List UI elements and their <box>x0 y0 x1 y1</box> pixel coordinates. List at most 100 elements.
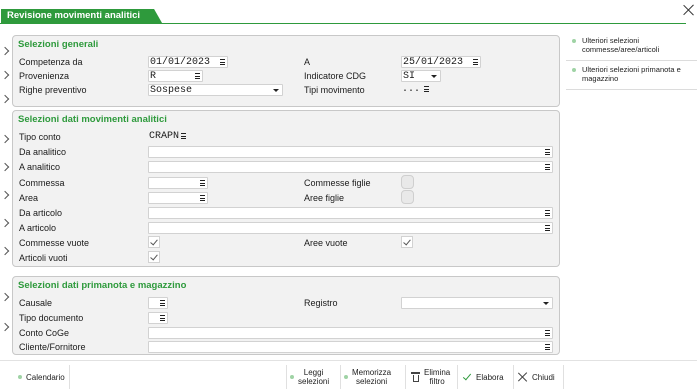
elimina-filtro-button[interactable]: Elimina filtro <box>411 361 450 392</box>
da-analitico-field[interactable] <box>148 146 553 158</box>
cliente-fornitore-field[interactable] <box>148 341 553 353</box>
label-tipi-movimento: Tipi movimento <box>304 85 365 95</box>
a-articolo-field[interactable] <box>148 222 553 234</box>
chevron-right-icon[interactable] <box>0 94 10 104</box>
close-icon[interactable] <box>683 4 695 16</box>
tipi-movimento-field[interactable]: ... <box>401 84 431 96</box>
side-panel: Ulteriori selezioni commesse/aree/artico… <box>566 32 697 90</box>
chevron-right-icon[interactable] <box>0 246 10 256</box>
picker-icon[interactable] <box>424 86 429 92</box>
check-icon <box>462 373 472 381</box>
label-causale: Causale <box>19 298 53 308</box>
aree-figlie-toggle[interactable] <box>401 190 414 204</box>
righe-preventivo-select[interactable]: Sospese <box>148 84 283 96</box>
commesse-vuote-checkbox[interactable] <box>148 236 160 248</box>
chiudi-button[interactable]: Chiudi <box>518 361 555 392</box>
label-commesse-vuote: Commesse vuote <box>19 238 90 248</box>
indicatore-cdg-select[interactable]: SI <box>401 70 441 82</box>
dropdown-icon[interactable] <box>431 75 437 78</box>
title-underline <box>0 23 686 24</box>
a-field[interactable]: 25/01/2023 <box>401 56 481 68</box>
memorizza-selezioni-label: Memorizza selezioni <box>352 368 392 386</box>
side-item-ulteriori-primanota[interactable]: Ulteriori selezioni primanota e magazzin… <box>566 61 697 90</box>
causale-field[interactable] <box>148 297 168 309</box>
commesse-figlie-toggle[interactable] <box>401 175 414 189</box>
label-tipo-documento: Tipo documento <box>19 313 84 323</box>
chevron-right-icon[interactable] <box>0 218 10 228</box>
panel-title: Selezioni dati movimenti analitici <box>18 114 167 125</box>
chevron-right-icon[interactable] <box>0 46 10 56</box>
label-provenienza: Provenienza <box>19 71 70 81</box>
provenienza-value: R <box>150 71 157 82</box>
picker-icon[interactable] <box>545 344 550 350</box>
aree-vuote-checkbox[interactable] <box>401 236 413 248</box>
area-field[interactable] <box>148 192 208 204</box>
picker-icon[interactable] <box>545 149 550 155</box>
picker-icon[interactable] <box>545 225 550 231</box>
bullet-icon <box>290 375 294 379</box>
commessa-field[interactable] <box>148 177 208 189</box>
chevron-right-icon[interactable] <box>0 322 10 332</box>
bullet-icon <box>18 375 22 379</box>
label-da-analitico: Da analitico <box>19 147 67 157</box>
picker-icon[interactable] <box>545 330 550 336</box>
label-area: Area <box>19 193 39 203</box>
a-value: 25/01/2023 <box>403 57 464 68</box>
picker-icon[interactable] <box>181 133 186 139</box>
chevron-right-icon[interactable] <box>0 292 10 302</box>
leggi-selezioni-label: Leggi selezioni <box>298 368 330 386</box>
picker-icon[interactable] <box>195 73 200 79</box>
picker-icon[interactable] <box>200 195 205 201</box>
separator <box>405 365 406 389</box>
panel-selezioni-primanota: Selezioni dati primanota e magazzino Cau… <box>12 276 560 355</box>
close-icon <box>518 372 528 382</box>
label-a-articolo: A articolo <box>19 223 57 233</box>
bullet-icon <box>572 39 576 43</box>
picker-icon[interactable] <box>545 210 550 216</box>
label-articoli-vuoti: Articoli vuoti <box>19 253 68 263</box>
label-commesse-figlie: Commesse figlie <box>304 178 371 188</box>
chevron-right-icon[interactable] <box>0 190 10 200</box>
calendario-button[interactable]: Calendario <box>18 361 65 392</box>
trash-icon <box>411 372 420 382</box>
picker-icon[interactable] <box>200 180 205 186</box>
registro-select[interactable] <box>401 297 553 309</box>
competenza-da-field[interactable]: 01/01/2023 <box>148 56 228 68</box>
window-title: Revisione movimenti analitici <box>1 9 162 23</box>
elabora-button[interactable]: Elabora <box>462 361 504 392</box>
picker-icon[interactable] <box>220 59 225 65</box>
panel-selezioni-generali: Selezioni generali Competenza da 01/01/2… <box>12 35 560 107</box>
da-articolo-field[interactable] <box>148 207 553 219</box>
dropdown-icon[interactable] <box>273 89 279 92</box>
picker-icon[interactable] <box>160 315 165 321</box>
separator <box>563 365 564 389</box>
conto-coge-field[interactable] <box>148 327 553 339</box>
chevron-right-icon[interactable] <box>0 134 10 144</box>
label-tipo-conto: Tipo conto <box>19 132 61 142</box>
chevron-right-icon[interactable] <box>0 70 10 80</box>
calendario-label: Calendario <box>26 372 65 382</box>
provenienza-field[interactable]: R <box>148 70 203 82</box>
articoli-vuoti-checkbox[interactable] <box>148 251 160 263</box>
elimina-filtro-label: Elimina filtro <box>424 368 451 386</box>
picker-icon[interactable] <box>473 59 478 65</box>
label-registro: Registro <box>304 298 338 308</box>
label-a: A <box>304 57 311 67</box>
label-a-analitico: A analitico <box>19 162 61 172</box>
elabora-label: Elabora <box>476 372 504 382</box>
dropdown-icon[interactable] <box>543 302 549 305</box>
tipo-documento-field[interactable] <box>148 312 168 324</box>
label-cliente-fornitore: Cliente/Fornitore <box>19 342 86 352</box>
tipi-movimento-value: ... <box>402 84 421 95</box>
side-item-ulteriori-commesse[interactable]: Ulteriori selezioni commesse/aree/artico… <box>566 32 697 61</box>
label-da-articolo: Da articolo <box>19 208 63 218</box>
bullet-icon <box>344 375 348 379</box>
memorizza-selezioni-button[interactable]: Memorizza selezioni <box>344 361 391 392</box>
tipo-conto-field[interactable]: CRAPN <box>148 131 188 143</box>
leggi-selezioni-button[interactable]: Leggi selezioni <box>290 361 329 392</box>
picker-icon[interactable] <box>545 164 550 170</box>
picker-icon[interactable] <box>160 300 165 306</box>
chevron-right-icon[interactable] <box>0 162 10 172</box>
label-competenza-da: Competenza da <box>19 57 83 67</box>
a-analitico-field[interactable] <box>148 161 553 173</box>
